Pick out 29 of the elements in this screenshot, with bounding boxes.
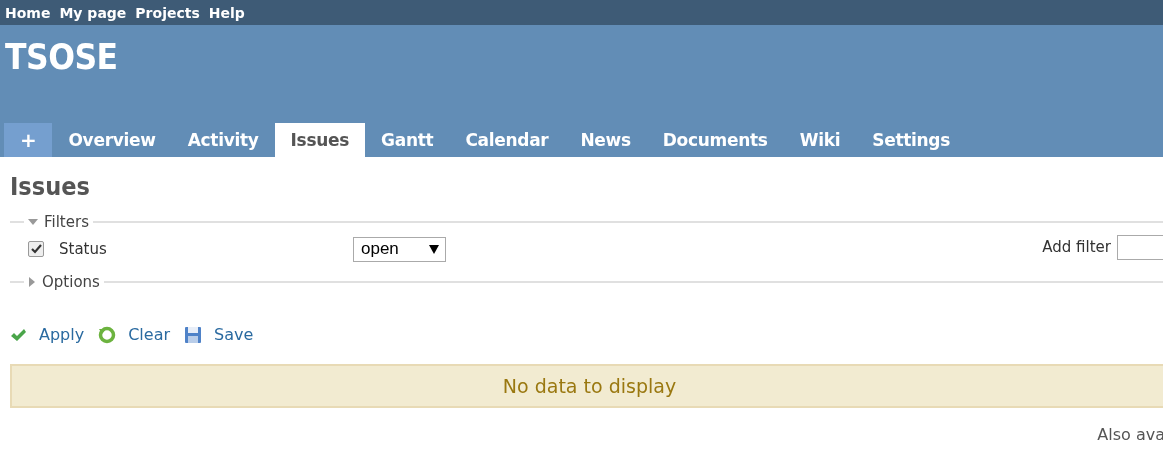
dropdown-caret-icon xyxy=(429,244,439,254)
no-data-message: No data to display xyxy=(10,364,1163,408)
apply-link[interactable]: Apply xyxy=(10,325,85,344)
refresh-icon xyxy=(98,325,117,344)
operator-dropdown[interactable]: open xyxy=(353,236,446,262)
project-tab[interactable]: Documents xyxy=(646,123,784,157)
project-tab[interactable]: News xyxy=(564,123,647,157)
add-filter-label: Add filter xyxy=(1042,238,1111,256)
clear-link[interactable]: Clear xyxy=(98,325,170,344)
checkmark-icon xyxy=(10,327,27,342)
page-title: Issues xyxy=(10,171,91,203)
filter-label: Status xyxy=(59,240,108,258)
project-title: TSOSE xyxy=(5,37,119,77)
top-menu-link[interactable]: Home xyxy=(5,4,51,21)
also-available-text: Also ava xyxy=(1097,424,1163,440)
project-tab[interactable]: Settings xyxy=(856,123,967,157)
project-tab[interactable]: Activity xyxy=(171,123,275,157)
top-menu-link[interactable]: Projects xyxy=(135,4,200,21)
checkbox[interactable] xyxy=(28,241,44,257)
project-tab[interactable]: Wiki xyxy=(783,123,857,157)
project-tab[interactable]: Overview xyxy=(52,123,172,157)
top-menu-link[interactable]: My page xyxy=(59,4,127,21)
filters-toggle[interactable]: Filters xyxy=(28,213,89,231)
options-toggle[interactable]: Options xyxy=(28,273,100,291)
project-tab[interactable]: Calendar xyxy=(449,123,565,157)
project-tab[interactable]: Gantt xyxy=(365,123,450,157)
save-link[interactable]: Save xyxy=(184,325,254,344)
top-menu-link[interactable]: Help xyxy=(208,4,245,21)
project-tab[interactable]: Issues xyxy=(274,123,366,157)
